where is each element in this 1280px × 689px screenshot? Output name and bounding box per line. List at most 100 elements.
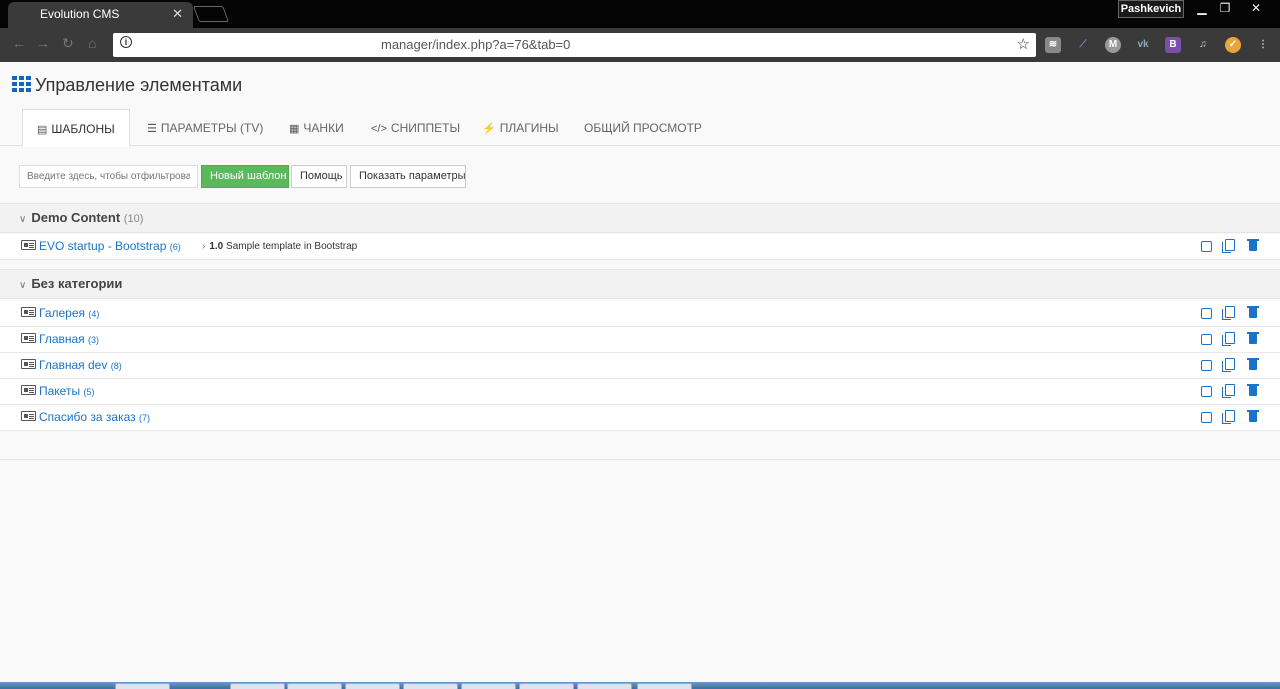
chevron-down-icon: ∨ [19,280,27,291]
category-name: Demo Content [31,210,121,225]
row-actions [1191,331,1260,350]
tab-label: ЧАНКИ [303,121,344,135]
taskbar-item[interactable] [461,683,516,689]
edit-icon[interactable] [1201,360,1212,371]
browser-tab[interactable]: Evolution CMS ✕ [8,2,193,28]
taskbar-item[interactable] [637,683,692,689]
edit-icon[interactable] [1201,241,1212,252]
template-link[interactable]: Главная (3) [21,332,99,346]
tab-snippets[interactable]: </> СНИППЕТЫ [357,109,474,146]
category-header[interactable]: ∨ Без категории [0,269,1280,299]
address-bar[interactable]: i manager/index.php?a=76&tab=0 ☆ [113,33,1036,57]
tab-label: ОБЩИЙ ПРОСМОТР [584,121,702,135]
template-icon [21,240,36,250]
tab-plugins[interactable]: ⚡ ПЛАГИНЫ [468,109,573,146]
template-icon [21,411,36,421]
template-icon: ▤ [37,124,48,136]
delete-icon[interactable] [1246,357,1260,371]
tab-label: СНИППЕТЫ [390,121,461,135]
template-link[interactable]: EVO startup - Bootstrap (6) [21,239,181,253]
duplicate-icon[interactable] [1222,383,1236,398]
template-id: (8) [110,361,122,371]
taskbar-item[interactable] [519,683,574,689]
tab-overview[interactable]: ОБЩИЙ ПРОСМОТР [570,109,716,146]
list-icon: ☰ [147,123,157,135]
vk-extension-icon[interactable]: vk [1135,37,1151,53]
list-item: Пакеты (5) [0,379,1280,405]
template-name: Главная [39,332,85,346]
music-extension-icon[interactable]: ♫ [1195,37,1211,53]
new-template-button[interactable]: Новый шаблон [201,165,289,188]
code-icon: </> [371,123,387,135]
show-params-button[interactable]: Показать параметры [350,165,466,188]
m-extension-icon[interactable]: M [1105,37,1121,53]
profile-button[interactable]: Pashkevich [1118,0,1184,18]
edit-icon[interactable] [1201,334,1212,345]
delete-icon[interactable] [1246,238,1260,252]
duplicate-icon[interactable] [1222,331,1236,346]
taskbar-item[interactable] [403,683,458,689]
tab-label: ПЛАГИНЫ [499,121,559,135]
duplicate-icon[interactable] [1222,305,1236,320]
duplicate-icon[interactable] [1222,357,1236,372]
chevron-right-icon: › [202,241,206,252]
rss-extension-icon[interactable]: ≋ [1045,37,1061,53]
tab-chunks[interactable]: ▦ ЧАНКИ [275,109,358,146]
close-window-icon[interactable]: ✕ [1240,0,1272,18]
home-icon[interactable]: ⌂ [88,35,96,51]
color-extension-icon[interactable]: ✓ [1225,37,1241,53]
restore-icon[interactable]: ❐ [1212,0,1238,18]
template-id: (4) [88,309,100,319]
feather-extension-icon[interactable]: ⟋ [1075,37,1091,53]
url-text: manager/index.php?a=76&tab=0 [381,37,571,52]
category-name: Без категории [31,276,123,291]
template-id: (6) [169,242,181,252]
template-name: Главная dev [39,358,108,372]
edit-icon[interactable] [1201,386,1212,397]
reload-icon[interactable]: ↻ [62,35,74,52]
delete-icon[interactable] [1246,305,1260,319]
row-actions [1191,409,1260,428]
new-tab-button[interactable] [193,6,229,22]
template-name: Галерея [39,306,86,320]
list-item: EVO startup - Bootstrap (6) › 1.0 Sample … [0,234,1280,260]
template-link[interactable]: Спасибо за заказ (7) [21,410,150,424]
taskbar-item[interactable] [287,683,342,689]
template-link[interactable]: Главная dev (8) [21,358,122,372]
delete-icon[interactable] [1246,383,1260,397]
b-extension-icon[interactable]: B [1165,37,1181,53]
help-button[interactable]: Помощь [291,165,347,188]
template-version: 1.0 [209,241,224,252]
filter-input[interactable] [19,165,198,188]
duplicate-icon[interactable] [1222,409,1236,424]
duplicate-icon[interactable] [1222,238,1236,253]
close-tab-icon[interactable]: ✕ [172,2,183,26]
browser-titlebar: Evolution CMS ✕ Pashkevich ▁ ❐ ✕ [0,0,1280,28]
menu-icon[interactable]: ⋮ [1255,37,1271,53]
taskbar-item[interactable] [345,683,400,689]
site-info-icon[interactable]: i [120,36,132,48]
list-item: Главная (3) [0,327,1280,353]
template-link[interactable]: Галерея (4) [21,306,99,320]
delete-icon[interactable] [1246,331,1260,345]
tab-tv-params[interactable]: ☰ ПАРАМЕТРЫ (TV) [133,109,277,146]
back-icon[interactable]: ← [12,35,26,51]
row-actions [1191,357,1260,376]
grid-icon: ▦ [289,123,300,135]
tab-label: ШАБЛОНЫ [51,122,115,136]
page-title: Управление элементами [12,75,242,96]
taskbar-item[interactable] [230,683,285,689]
delete-icon[interactable] [1246,409,1260,423]
taskbar-item[interactable] [577,683,632,689]
page-title-text: Управление элементами [35,75,243,95]
tab-templates[interactable]: ▤ ШАБЛОНЫ [22,109,130,147]
taskbar-item[interactable] [115,683,170,689]
edit-icon[interactable] [1201,412,1212,423]
template-link[interactable]: Пакеты (5) [21,384,94,398]
element-tabs: ▤ ШАБЛОНЫ ☰ ПАРАМЕТРЫ (TV) ▦ ЧАНКИ </> СНИПП… [0,109,1280,147]
forward-icon[interactable]: → [36,35,50,51]
edit-icon[interactable] [1201,308,1212,319]
bookmark-star-icon[interactable]: ☆ [1017,35,1030,53]
browser-tab-title: Evolution CMS [40,7,120,21]
category-header[interactable]: ∨ Demo Content (10) [0,203,1280,233]
